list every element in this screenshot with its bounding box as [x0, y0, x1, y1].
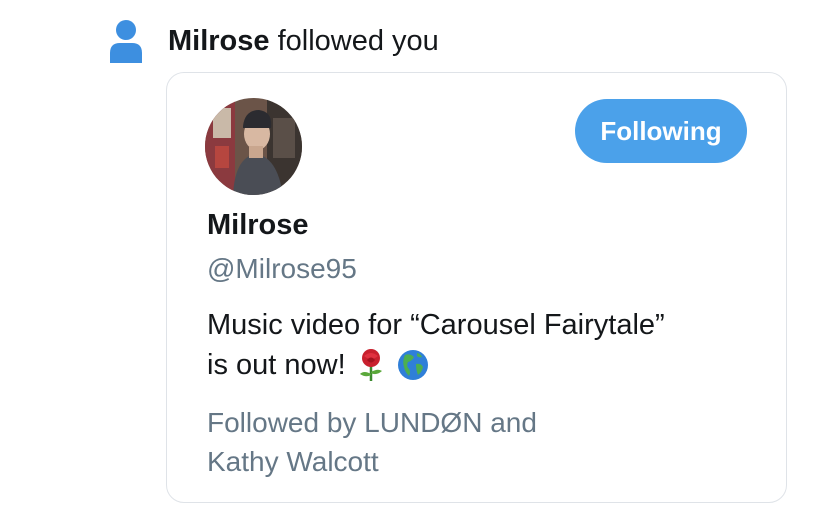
following-button[interactable]: Following — [575, 99, 747, 163]
followed-by-line[interactable]: Followed by LUNDØN and — [207, 403, 727, 442]
rose-emoji — [354, 348, 388, 382]
avatar[interactable] — [205, 98, 302, 195]
globe-americas-emoji — [396, 348, 430, 382]
notification-action: followed you — [269, 24, 439, 57]
bio-line: is out now! — [207, 345, 767, 385]
user-card[interactable]: Following Milrose @Milrose95 Music video… — [166, 72, 787, 503]
notification-user-name[interactable]: Milrose — [168, 25, 270, 57]
display-name[interactable]: Milrose — [207, 209, 309, 242]
notification-header[interactable]: Milrose followed you — [108, 16, 439, 66]
bio-line: Music video for “Carousel Fairytale” — [207, 309, 665, 341]
followed-by-line[interactable]: Kathy Walcott — [207, 442, 727, 481]
person-icon — [108, 18, 144, 64]
bio-line-text: is out now! — [207, 349, 346, 381]
followed-by: Followed by LUNDØN and Kathy Walcott — [207, 403, 727, 481]
user-handle[interactable]: @Milrose95 — [207, 253, 357, 285]
bio: Music video for “Carousel Fairytale” is … — [207, 305, 767, 385]
notification-text: Milrose followed you — [168, 25, 439, 58]
